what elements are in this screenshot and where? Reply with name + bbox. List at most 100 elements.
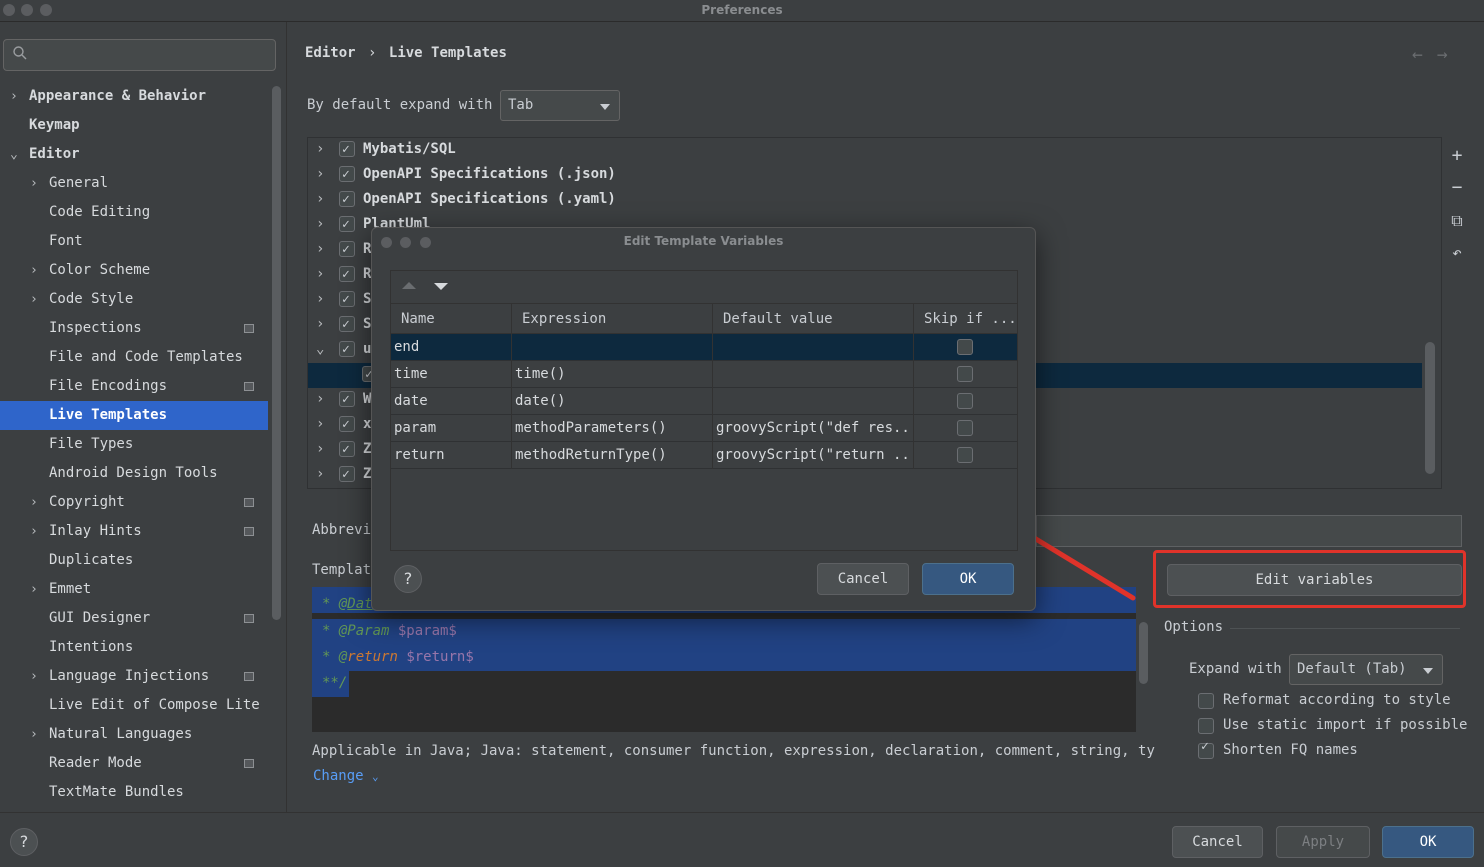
sidebar-item-natural-languages[interactable]: › Natural Languages [0, 720, 268, 749]
sidebar-scrollbar[interactable] [272, 86, 281, 620]
sidebar-item-textmate-bundles[interactable]: TextMate Bundles [0, 778, 268, 807]
variable-expression-cell[interactable]: time() [512, 361, 713, 388]
sidebar-item-live-templates[interactable]: Live Templates [0, 401, 268, 430]
variable-expression-cell[interactable]: methodParameters() [512, 415, 713, 442]
dialog-cancel-button[interactable]: Cancel [817, 563, 909, 595]
sidebar-item-general[interactable]: › General [0, 169, 268, 198]
chevron-right-icon[interactable]: › [316, 312, 324, 337]
variable-default-cell[interactable] [713, 361, 914, 388]
template-enabled-checkbox[interactable] [339, 187, 355, 212]
tree-scrollbar[interactable] [1425, 342, 1435, 474]
template-enabled-checkbox[interactable] [339, 437, 355, 462]
move-down-icon[interactable] [434, 283, 448, 290]
skip-if-defined-checkbox[interactable] [957, 447, 973, 463]
chevron-right-icon[interactable]: › [10, 82, 18, 111]
expand-with-select[interactable]: Tab [500, 90, 620, 121]
sidebar-item-file-encodings[interactable]: File Encodings [0, 372, 268, 401]
template-enabled-checkbox[interactable] [339, 462, 355, 487]
sidebar-item-font[interactable]: Font [0, 227, 268, 256]
static-import-checkbox[interactable] [1198, 718, 1214, 734]
sidebar-item-color-scheme[interactable]: › Color Scheme [0, 256, 268, 285]
chevron-right-icon[interactable]: › [316, 262, 324, 287]
undo-icon[interactable]: ↶ [1444, 243, 1470, 262]
skip-if-defined-checkbox[interactable] [957, 366, 973, 382]
sidebar-item-code-style[interactable]: › Code Style [0, 285, 268, 314]
sidebar-item-duplicates[interactable]: Duplicates [0, 546, 268, 575]
variable-row[interactable]: end [391, 334, 1017, 361]
help-button[interactable]: ? [10, 828, 38, 856]
ok-button[interactable]: OK [1382, 826, 1474, 858]
chevron-right-icon[interactable]: › [30, 720, 38, 749]
cancel-button[interactable]: Cancel [1172, 826, 1263, 858]
variable-row[interactable]: date date() [391, 388, 1017, 415]
chevron-right-icon[interactable]: › [30, 575, 38, 604]
template-group-row[interactable]: › OpenAPI Specifications (.json) [308, 162, 1422, 187]
dialog-help-button[interactable]: ? [394, 565, 422, 593]
column-header-default-value[interactable]: Default value [713, 303, 914, 334]
chevron-right-icon[interactable]: › [30, 256, 38, 285]
sidebar-item-inlay-hints[interactable]: › Inlay Hints [0, 517, 268, 546]
chevron-right-icon[interactable]: › [316, 287, 324, 312]
remove-icon[interactable]: − [1444, 177, 1470, 198]
sidebar-item-intentions[interactable]: Intentions [0, 633, 268, 662]
sidebar-item-editor[interactable]: ⌄ Editor [0, 140, 268, 169]
chevron-right-icon[interactable]: › [316, 187, 324, 212]
sidebar-item-keymap[interactable]: Keymap [0, 111, 268, 140]
forward-arrow-icon[interactable]: → [1437, 44, 1462, 65]
skip-if-defined-checkbox[interactable] [957, 393, 973, 409]
skip-if-defined-checkbox[interactable] [957, 420, 973, 436]
sidebar-item-emmet[interactable]: › Emmet [0, 575, 268, 604]
editor-scrollbar[interactable] [1139, 622, 1148, 684]
apply-button[interactable]: Apply [1276, 826, 1370, 858]
chevron-right-icon[interactable]: › [316, 237, 324, 262]
template-enabled-checkbox[interactable] [339, 287, 355, 312]
variable-row[interactable]: param methodParameters() groovyScript("def… [391, 415, 1017, 442]
template-enabled-checkbox[interactable] [339, 262, 355, 287]
chevron-right-icon[interactable]: › [30, 285, 38, 314]
dialog-ok-button[interactable]: OK [922, 563, 1014, 595]
variable-default-cell[interactable] [713, 334, 914, 361]
chevron-right-icon[interactable]: › [316, 462, 324, 487]
variable-default-cell[interactable] [713, 388, 914, 415]
move-up-icon[interactable] [402, 282, 416, 289]
column-header-name[interactable]: Name [391, 303, 512, 334]
sidebar-item-gui-designer[interactable]: GUI Designer [0, 604, 268, 633]
template-enabled-checkbox[interactable] [339, 162, 355, 187]
variable-name-cell[interactable]: date [391, 388, 512, 415]
variable-row[interactable]: return methodReturnType() groovyScript("re… [391, 442, 1017, 469]
sidebar-item-file-and-code-templates[interactable]: File and Code Templates [0, 343, 268, 372]
copy-icon[interactable]: ⧉ [1444, 211, 1470, 231]
variable-expression-cell[interactable] [512, 334, 713, 361]
breadcrumb-root[interactable]: Editor [305, 45, 356, 61]
template-group-row[interactable]: › Mybatis/SQL [308, 137, 1422, 162]
chevron-right-icon[interactable]: › [30, 662, 38, 691]
template-enabled-checkbox[interactable] [339, 337, 355, 362]
column-header-expression[interactable]: Expression [512, 303, 713, 334]
variable-default-cell[interactable]: groovyScript("return ... [713, 442, 914, 469]
chevron-right-icon[interactable]: › [316, 162, 324, 187]
variable-name-cell[interactable]: return [391, 442, 512, 469]
chevron-right-icon[interactable]: › [30, 517, 38, 546]
variable-default-cell[interactable]: groovyScript("def res... [713, 415, 914, 442]
sidebar-item-appearance-behavior[interactable]: › Appearance & Behavior [0, 82, 268, 111]
variable-name-cell[interactable]: time [391, 361, 512, 388]
sidebar-item-copyright[interactable]: › Copyright [0, 488, 268, 517]
chevron-down-icon[interactable]: ⌄ [316, 337, 324, 362]
chevron-right-icon[interactable]: › [316, 437, 324, 462]
reformat-checkbox[interactable] [1198, 693, 1214, 709]
chevron-right-icon[interactable]: › [316, 387, 324, 412]
chevron-right-icon[interactable]: › [30, 488, 38, 517]
sidebar-item-live-edit-of-compose-lite[interactable]: Live Edit of Compose Lite [0, 691, 268, 720]
chevron-right-icon[interactable]: › [316, 412, 324, 437]
sidebar-item-inspections[interactable]: Inspections [0, 314, 268, 343]
template-enabled-checkbox[interactable] [339, 137, 355, 162]
template-enabled-checkbox[interactable] [339, 237, 355, 262]
search-input[interactable] [3, 39, 276, 71]
chevron-right-icon[interactable]: › [316, 212, 324, 237]
chevron-right-icon[interactable]: › [30, 169, 38, 198]
variable-name-cell[interactable]: param [391, 415, 512, 442]
sidebar-item-file-types[interactable]: File Types [0, 430, 268, 459]
variable-expression-cell[interactable]: methodReturnType() [512, 442, 713, 469]
chevron-right-icon[interactable]: › [316, 137, 324, 162]
template-enabled-checkbox[interactable] [339, 387, 355, 412]
